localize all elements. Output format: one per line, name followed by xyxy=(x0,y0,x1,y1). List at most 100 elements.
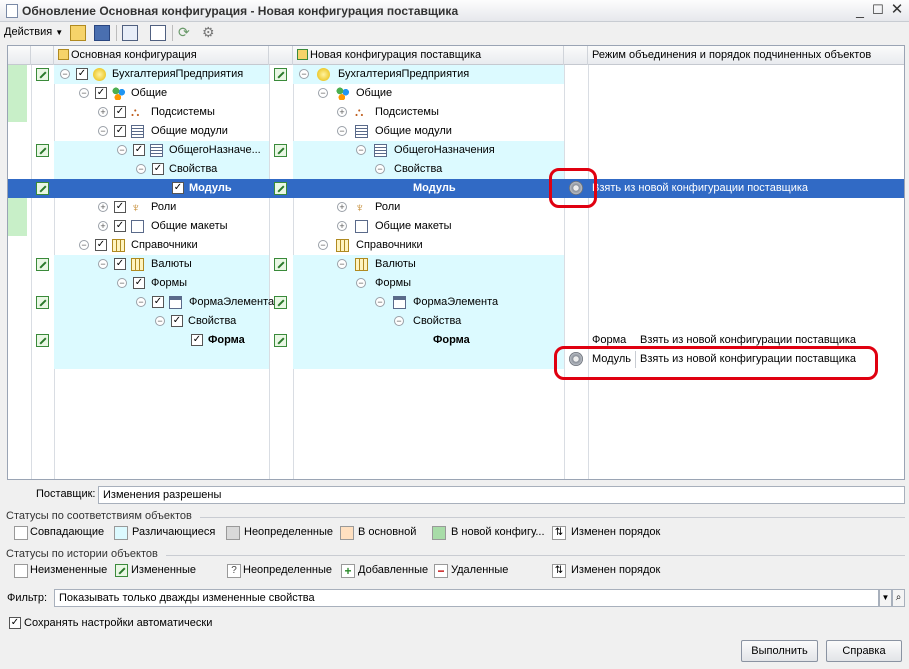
status-history-title: Статусы по истории объектов xyxy=(6,548,158,560)
checkbox[interactable]: ✓ xyxy=(114,258,126,270)
expand-icon[interactable]: + xyxy=(337,221,347,231)
checkbox[interactable]: ✓ xyxy=(191,334,203,346)
legend-label: В основной xyxy=(358,526,417,538)
changed-icon xyxy=(274,144,287,157)
checkbox[interactable]: ✓ xyxy=(152,296,164,308)
chevron-down-icon: ▼ xyxy=(55,28,64,37)
changed-icon xyxy=(274,68,287,81)
maximize-icon[interactable]: ☐ xyxy=(870,3,886,19)
form-icon xyxy=(393,296,406,309)
table-row[interactable]: − ✓ Формы − Формы xyxy=(8,274,904,293)
expand-icon[interactable]: + xyxy=(337,107,347,117)
checkbox[interactable]: ✓ xyxy=(76,68,88,80)
table-row[interactable]: − ✓ ОбщегоНазначе... − ОбщегоНазначения xyxy=(8,141,904,160)
collapse-icon[interactable]: − xyxy=(98,126,108,136)
vendor-field[interactable]: Изменения разрешены xyxy=(98,486,905,504)
report-icon[interactable] xyxy=(150,25,166,41)
row-label-left: Форма xyxy=(208,334,245,346)
collapse-icon[interactable]: − xyxy=(375,297,385,307)
collapse-icon[interactable]: − xyxy=(356,278,366,288)
checkbox[interactable]: ✓ xyxy=(95,239,107,251)
run-button[interactable]: Выполнить xyxy=(741,640,818,662)
collapse-icon[interactable]: − xyxy=(117,278,127,288)
collapse-icon[interactable]: − xyxy=(394,316,404,326)
header-main-config[interactable]: Основная конфигурация xyxy=(54,46,269,65)
collapse-icon[interactable]: − xyxy=(136,164,146,174)
header-vendor-config[interactable]: Новая конфигурация поставщика xyxy=(293,46,564,65)
settings-icon[interactable]: ⚙ xyxy=(202,25,218,41)
collapse-icon[interactable]: − xyxy=(318,88,328,98)
collapse-icon[interactable]: − xyxy=(356,145,366,155)
table-row[interactable]: − ✓ Общие модули − Общие модули xyxy=(8,122,904,141)
autosave-label: Сохранять настройки автоматически xyxy=(24,617,213,629)
row-label-left: Общие макеты xyxy=(151,220,228,232)
collapse-icon[interactable]: − xyxy=(337,126,347,136)
autosave-checkbox[interactable]: ✓ xyxy=(9,617,21,629)
collapse-icon[interactable]: − xyxy=(136,297,146,307)
header-status xyxy=(8,46,31,65)
table-row-selected[interactable]: ✓ Модуль Модуль Взять из новой конфигура… xyxy=(8,179,904,198)
checkbox[interactable]: ✓ xyxy=(171,315,183,327)
changed-icon xyxy=(36,258,49,271)
row-label-left: Свойства xyxy=(169,163,218,175)
search-icon[interactable]: ⌕ xyxy=(892,589,905,607)
collapse-icon[interactable]: − xyxy=(60,69,70,79)
legend-label: Совпадающие xyxy=(30,526,105,538)
table-row[interactable]: − ✓ Справочники − Справочники xyxy=(8,236,904,255)
section-divider xyxy=(200,517,905,518)
checkbox[interactable]: ✓ xyxy=(114,125,126,137)
collapse-icon[interactable]: − xyxy=(337,259,347,269)
help-button[interactable]: Справка xyxy=(826,640,902,662)
template-icon xyxy=(131,220,144,233)
plus-icon: + xyxy=(341,564,355,578)
chevron-down-icon[interactable]: ▼ xyxy=(879,589,892,607)
checkbox[interactable]: ✓ xyxy=(114,106,126,118)
table-row[interactable]: − ✓ БухгалтерияПредприятия − Бухгалтерия… xyxy=(8,65,904,84)
table-row[interactable]: − ✓ Свойства − Свойства xyxy=(8,160,904,179)
module-icon xyxy=(131,125,144,138)
checkbox[interactable]: ✓ xyxy=(133,144,145,156)
title-bar: Обновление Основная конфигурация - Новая… xyxy=(0,0,909,22)
collapse-icon[interactable]: − xyxy=(98,259,108,269)
expand-icon[interactable]: + xyxy=(337,202,347,212)
collapse-icon[interactable]: − xyxy=(79,88,89,98)
checkbox[interactable]: ✓ xyxy=(152,163,164,175)
checkbox[interactable]: ✓ xyxy=(95,87,107,99)
table-row[interactable]: − ✓ Общие − Общие xyxy=(8,84,904,103)
checkbox[interactable]: ✓ xyxy=(133,277,145,289)
collapse-icon[interactable]: − xyxy=(318,240,328,250)
table-row[interactable]: − ✓ ФормаЭлемента... − ФормаЭлемента xyxy=(8,293,904,312)
table-row[interactable]: + ✓ ♆ Роли + ♆ Роли xyxy=(8,198,904,217)
collapse-icon[interactable]: − xyxy=(79,240,89,250)
comparison-tree[interactable]: Основная конфигурация Новая конфигурация… xyxy=(7,45,905,480)
collapse-icon[interactable]: − xyxy=(117,145,127,155)
checkbox[interactable]: ✓ xyxy=(114,220,126,232)
open-folder-icon[interactable] xyxy=(70,25,86,41)
row-label-right: Валюты xyxy=(375,258,416,270)
checkbox[interactable]: ✓ xyxy=(172,182,184,194)
expand-icon[interactable]: + xyxy=(98,202,108,212)
legend-undefined: Неопределенные xyxy=(226,526,346,542)
filter-field[interactable]: Показывать только дважды измененные свой… xyxy=(54,589,879,607)
table-row[interactable]: − ✓ Валюты − Валюты xyxy=(8,255,904,274)
save-icon[interactable] xyxy=(94,25,110,41)
minimize-icon[interactable]: _ xyxy=(852,3,868,19)
header-merge-mode[interactable]: Режим объединения и порядок подчиненных … xyxy=(588,46,904,65)
table-row[interactable]: + ✓ ⛬ Подсистемы + ⛬ Подсистемы xyxy=(8,103,904,122)
table-row[interactable]: − ✓ Свойства − Свойства xyxy=(8,312,904,331)
configuration-icon xyxy=(93,68,106,81)
collapse-icon[interactable]: − xyxy=(299,69,309,79)
expand-icon[interactable]: + xyxy=(98,107,108,117)
refresh-icon[interactable]: ⟳ xyxy=(178,25,194,41)
subsystems-icon: ⛬ xyxy=(131,105,140,119)
collapse-icon[interactable]: − xyxy=(155,316,165,326)
expand-icon[interactable]: + xyxy=(98,221,108,231)
legend-label: В новой конфигу... xyxy=(451,526,545,538)
table-row[interactable]: + ✓ Общие макеты + Общие макеты xyxy=(8,217,904,236)
close-icon[interactable]: ✕ xyxy=(889,2,905,19)
tree-icon[interactable] xyxy=(122,25,138,41)
merge-mode-value[interactable]: Взять из новой конфигурации поставщика xyxy=(592,179,808,198)
collapse-icon[interactable]: − xyxy=(375,164,385,174)
checkbox[interactable]: ✓ xyxy=(114,201,126,213)
actions-menu[interactable]: Действия ▼ xyxy=(4,26,63,38)
